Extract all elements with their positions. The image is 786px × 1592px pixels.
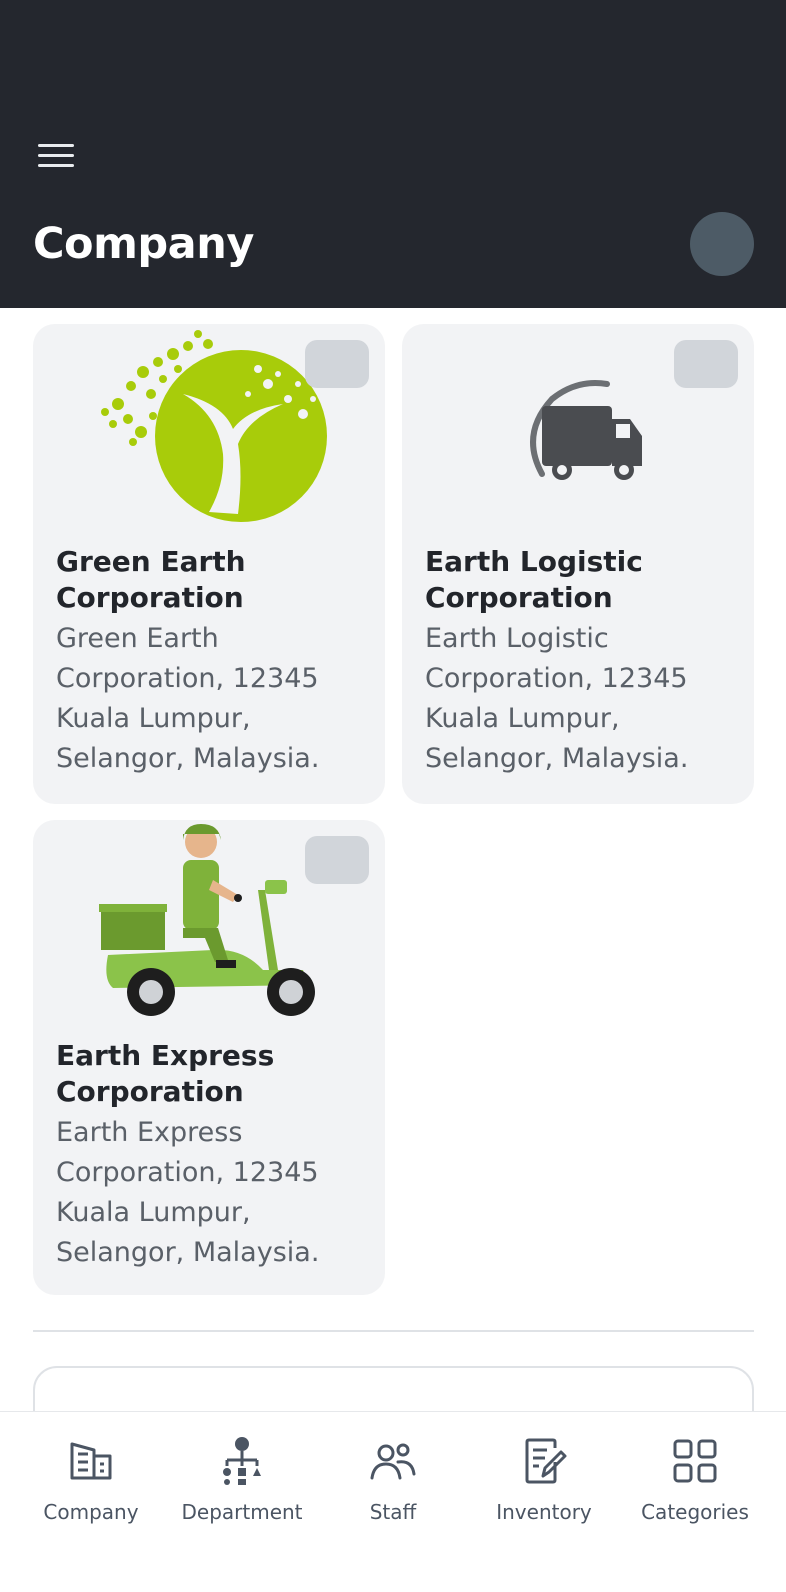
- company-name: Earth Express Corporation: [56, 1039, 275, 1108]
- people-icon: [370, 1443, 416, 1480]
- card-select-toggle[interactable]: [305, 340, 369, 388]
- building-icon: [70, 1442, 112, 1480]
- company-name: Green Earth Corporation: [56, 545, 246, 614]
- org-chart-icon: [223, 1437, 261, 1485]
- nav-label: Staff: [369, 1500, 417, 1524]
- nav-item-company[interactable]: Company: [16, 1436, 166, 1536]
- nav-item-categories[interactable]: Categories: [620, 1436, 770, 1536]
- nav-item-inventory[interactable]: Inventory: [469, 1436, 619, 1536]
- page-title: Company: [33, 219, 254, 269]
- card-select-toggle[interactable]: [305, 836, 369, 884]
- nav-label: Categories: [641, 1500, 749, 1524]
- company-address: Earth Express Corporation, 12345 Kuala L…: [56, 1117, 320, 1268]
- hamburger-menu-icon[interactable]: [34, 140, 78, 172]
- company-address: Earth Logistic Corporation, 12345 Kuala …: [425, 623, 689, 774]
- nav-item-department[interactable]: Department: [167, 1436, 317, 1536]
- document-edit-icon: [525, 1438, 567, 1484]
- bottom-navigation: Company Department Staff Inventory Categ…: [0, 1411, 786, 1592]
- company-name: Earth Logistic Corporation: [425, 545, 643, 614]
- card-select-toggle[interactable]: [674, 340, 738, 388]
- company-address: Green Earth Corporation, 12345 Kuala Lum…: [56, 623, 320, 774]
- company-card[interactable]: Green Earth Corporation Green Earth Corp…: [33, 324, 385, 804]
- nav-label: Inventory: [496, 1500, 592, 1524]
- nav-label: Department: [181, 1500, 303, 1524]
- company-card[interactable]: Earth Express Corporation Earth Express …: [33, 820, 385, 1295]
- avatar[interactable]: [690, 212, 754, 276]
- section-divider: [33, 1330, 754, 1332]
- nav-label: Company: [43, 1500, 139, 1524]
- app-header: Company: [0, 0, 786, 308]
- grid-icon: [673, 1439, 717, 1483]
- company-card[interactable]: Earth Logistic Corporation Earth Logisti…: [402, 324, 754, 804]
- nav-item-staff[interactable]: Staff: [318, 1436, 468, 1536]
